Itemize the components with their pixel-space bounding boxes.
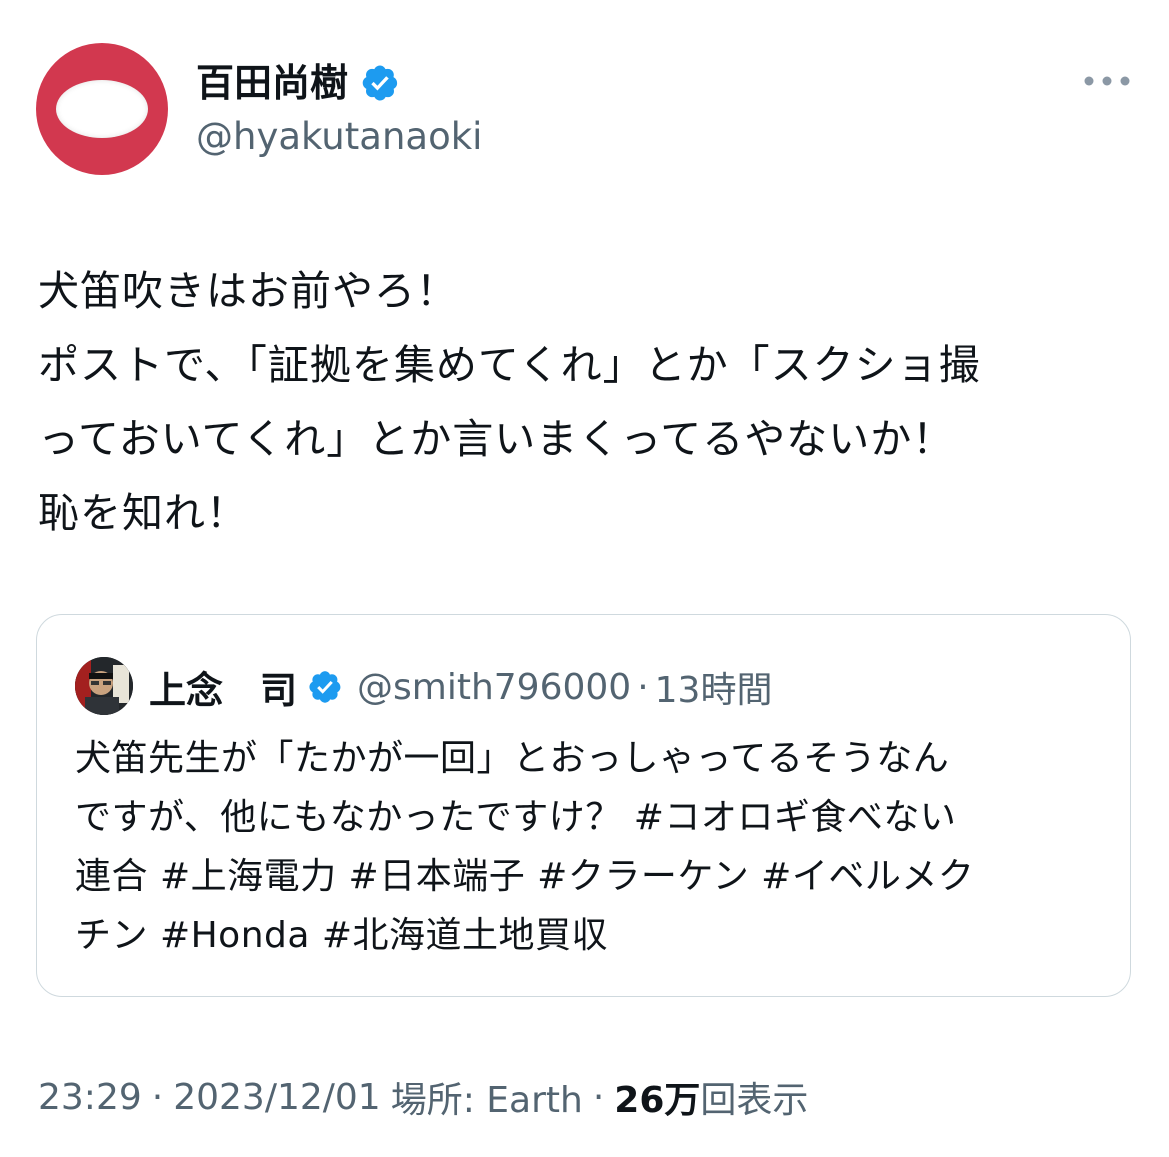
- views-label: 回表示: [700, 1080, 809, 1121]
- quoted-post-line: 連合 #上海電力 #日本端子 #クラーケン #イベルメク: [75, 856, 975, 897]
- header-separator: ·: [637, 666, 649, 708]
- verified-badge-icon: [309, 671, 341, 703]
- quoted-author-avatar[interactable]: [75, 657, 133, 715]
- author-avatar[interactable]: [36, 43, 168, 175]
- post-line: っておいてくれ」とか言いまくってるやないか！: [38, 415, 955, 463]
- author-display-name[interactable]: 百田尚樹: [196, 58, 400, 108]
- quoted-author-name[interactable]: 上念 司: [149, 660, 297, 714]
- quoted-post-line: チン #Honda #北海道土地買収: [75, 915, 609, 956]
- quoted-post-line: 犬笛先生が「たかが一回」とおっしゃってるそうなん: [75, 738, 950, 779]
- quoted-post-line: ですが、他にもなかったですけ？ #コオロギ食べない: [75, 797, 957, 838]
- post-text: 犬笛吹きはお前やろ！ ポストで、「証拠を集めてくれ」とか「スクショ撮 っておいて…: [38, 254, 1148, 550]
- author-handle[interactable]: @hyakutanaoki: [196, 114, 482, 160]
- quoted-post-time[interactable]: 13時間: [655, 661, 773, 713]
- meta-separator: ·: [592, 1076, 605, 1118]
- quoted-post-text: 犬笛先生が「たかが一回」とおっしゃってるそうなん ですが、他にもなかったですけ？…: [75, 729, 1105, 965]
- meta-separator: ·: [151, 1076, 164, 1118]
- post-location: 場所: Earth: [390, 1080, 583, 1121]
- post-line: 犬笛吹きはお前やろ！: [38, 267, 458, 315]
- quoted-author-handle[interactable]: @smith796000: [357, 667, 631, 708]
- quoted-post-header: 上念 司 @smith796000 · 13時間: [149, 659, 772, 715]
- post-time[interactable]: 23:29: [38, 1077, 142, 1118]
- post-line: ポストで、「証拠を集めてくれ」とか「スクショ撮: [38, 341, 981, 389]
- post-line: 恥を知れ！: [38, 489, 248, 537]
- avatar-white-oval: [56, 80, 148, 138]
- quoted-avatar-image: [75, 657, 133, 715]
- verified-badge-icon: [362, 65, 398, 101]
- views-count[interactable]: 26万: [614, 1071, 700, 1123]
- more-options-icon[interactable]: [1080, 66, 1134, 96]
- author-name-text: 百田尚樹: [196, 61, 349, 105]
- quoted-post-card[interactable]: 上念 司 @smith796000 · 13時間 犬笛先生が「たかが一回」とおっ…: [36, 614, 1131, 997]
- post-date[interactable]: 2023/12/01: [173, 1077, 381, 1118]
- post-meta: 23:29 · 2023/12/01 場所: Earth · 26万 回表示: [38, 1072, 808, 1122]
